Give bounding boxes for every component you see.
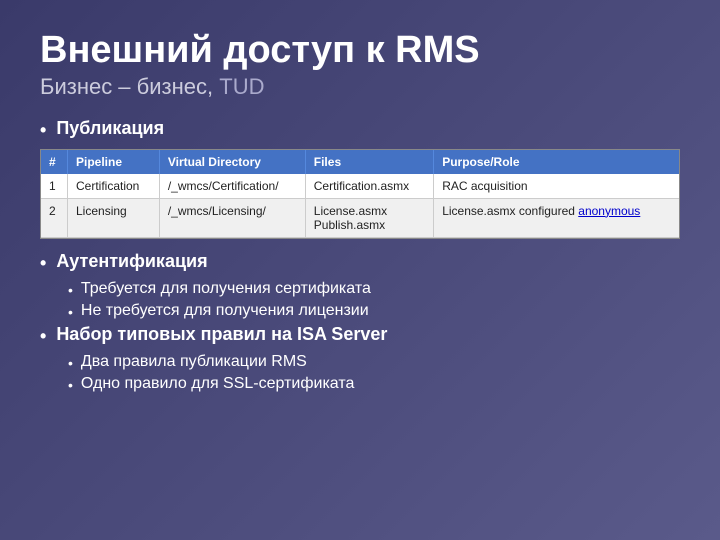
publication-label: Публикация [56,118,164,139]
sub-bullet-dot-1: • [68,282,73,298]
publication-bullet: • Публикация [40,118,680,141]
col-purpose: Purpose/Role [434,150,679,174]
sub-bullet-dot-2: • [68,304,73,320]
sub-bullet-dot-4: • [68,377,73,393]
main-bullet-list: • Аутентификация • Требуется для получен… [40,251,680,393]
rules-sub1: • Два правила публикации RMS [68,353,680,371]
row1-purpose: RAC acquisition [434,174,679,199]
row2-pipeline: Licensing [68,198,160,237]
pipeline-table-wrapper: # Pipeline Virtual Directory Files Purpo… [40,149,680,239]
authentication-label: Аутентификация [56,251,207,272]
auth-sub1-text: Требуется для получения сертификата [81,280,371,298]
row1-num: 1 [41,174,68,199]
col-num: # [41,150,68,174]
bullet-dot-auth: • [40,253,46,274]
row1-virtual-dir: /_wmcs/Certification/ [159,174,305,199]
authentication-bullet: • Аутентификация [40,251,680,274]
col-files: Files [305,150,433,174]
row2-num: 2 [41,198,68,237]
rules-sub-bullets: • Два правила публикации RMS • Одно прав… [68,353,680,393]
rules-sub2: • Одно правило для SSL-сертификата [68,375,680,393]
rules-label-text: Набор типовых правил на [56,324,292,344]
authentication-section: • Аутентификация • Требуется для получен… [40,251,680,320]
row1-pipeline: Certification [68,174,160,199]
anonymous-link[interactable]: anonymous [578,204,640,218]
subtitle-tud: TUD [219,74,264,99]
rules-section: • Набор типовых правил на ISA Server • Д… [40,324,680,393]
subtitle-text: Бизнес – бизнес, [40,74,219,99]
rules-bullet: • Набор типовых правил на ISA Server [40,324,680,347]
row2-purpose: License.asmx configured anonymous [434,198,679,237]
row1-files: Certification.asmx [305,174,433,199]
row2-virtual-dir: /_wmcs/Licensing/ [159,198,305,237]
rules-label: Набор типовых правил на ISA Server [56,324,387,345]
bullet-dot-publication: • [40,120,46,141]
table-row: 2 Licensing /_wmcs/Licensing/ License.as… [41,198,679,237]
rules-label-server: ISA Server [292,324,387,344]
pipeline-table: # Pipeline Virtual Directory Files Purpo… [41,150,679,238]
auth-sub-bullets: • Требуется для получения сертификата • … [68,280,680,320]
subtitle: Бизнес – бизнес, TUD [40,74,680,100]
auth-sub2-text: Не требуется для получения лицензии [81,302,369,320]
auth-sub1: • Требуется для получения сертификата [68,280,680,298]
bullet-dot-rules: • [40,326,46,347]
rules-sub2-text: Одно правило для SSL-сертификата [81,375,354,393]
main-title: Внешний доступ к RMS [40,30,680,72]
title-block: Внешний доступ к RMS Бизнес – бизнес, TU… [40,30,680,100]
table-row: 1 Certification /_wmcs/Certification/ Ce… [41,174,679,199]
auth-sub2: • Не требуется для получения лицензии [68,302,680,320]
sub-bullet-dot-3: • [68,355,73,371]
row2-files: License.asmxPublish.asmx [305,198,433,237]
table-header-row: # Pipeline Virtual Directory Files Purpo… [41,150,679,174]
publication-section: • Публикация # Pipeline Virtual Director… [40,118,680,239]
col-virtual-dir: Virtual Directory [159,150,305,174]
rules-sub1-text: Два правила публикации RMS [81,353,307,371]
col-pipeline: Pipeline [68,150,160,174]
